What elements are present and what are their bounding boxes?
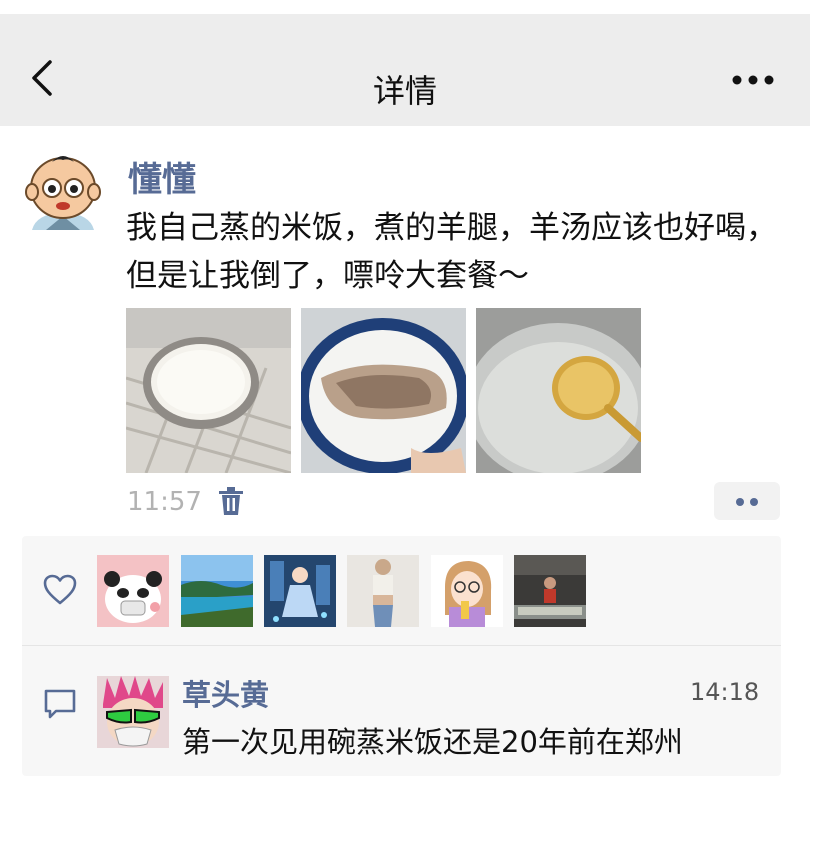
more-horizontal-icon[interactable] [728, 60, 778, 100]
like-avatar-anime-girl[interactable] [264, 555, 336, 627]
status-gap [0, 0, 820, 14]
comment-text[interactable]: 第一次见用碗蒸米饭还是20年前在郑州 [182, 719, 683, 761]
post-photo-soup-ladle[interactable] [476, 308, 641, 473]
commenter-avatar[interactable] [97, 676, 169, 748]
commenter-name[interactable]: 草头黄 [182, 672, 269, 714]
panel-divider [22, 645, 781, 646]
like-avatar-panda[interactable] [97, 555, 169, 627]
two-dots-icon [736, 498, 744, 506]
comment-icon [42, 687, 78, 721]
nav-bar: 详情 [0, 14, 810, 126]
comment-time: 14:18 [690, 678, 760, 706]
post-photo-lamb-leg[interactable] [301, 308, 466, 473]
trash-icon[interactable] [218, 486, 244, 516]
like-avatar-woman-photo[interactable] [347, 555, 419, 627]
page-title: 详情 [372, 72, 437, 110]
author-avatar[interactable] [22, 148, 104, 230]
post-author-name[interactable]: 懂懂 [128, 152, 196, 201]
post-text: 我自己蒸的米饭，煮的羊腿，羊汤应该也好喝，但是让我倒了，嘌呤大套餐～ [126, 210, 777, 294]
heart-icon [43, 574, 77, 606]
like-avatar-shop-woman[interactable] [514, 555, 586, 627]
post-time: 11:57 [127, 487, 202, 517]
like-avatar-lake[interactable] [181, 555, 253, 627]
post-action-button[interactable] [714, 482, 780, 520]
like-avatar-cartoon-girl[interactable] [431, 555, 503, 627]
post-photo-rice[interactable] [126, 308, 291, 473]
